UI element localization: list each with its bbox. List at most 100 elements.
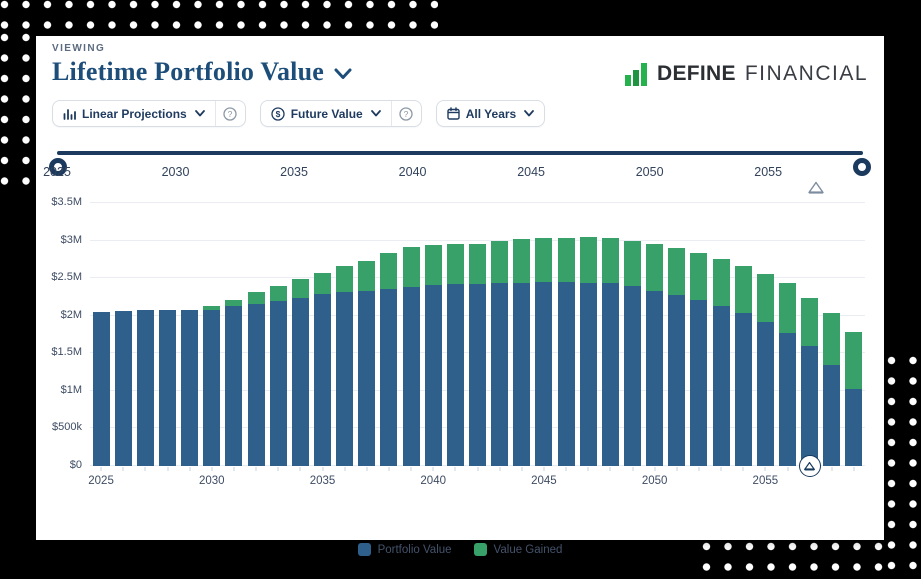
bar-segment-value-gained[interactable] xyxy=(823,313,840,365)
bar-segment-portfolio-value[interactable] xyxy=(513,283,530,466)
x-axis-tick xyxy=(101,467,102,471)
bar-segment-portfolio-value[interactable] xyxy=(602,283,619,466)
bar-segment-portfolio-value[interactable] xyxy=(690,300,707,466)
chevron-down-icon[interactable] xyxy=(334,68,352,80)
bar-segment-portfolio-value[interactable] xyxy=(757,322,774,466)
bar-segment-value-gained[interactable] xyxy=(314,273,331,294)
bar-2041 xyxy=(444,203,466,466)
legend-label: Value Gained xyxy=(494,544,563,556)
bar-segment-value-gained[interactable] xyxy=(757,274,774,322)
bar-segment-portfolio-value[interactable] xyxy=(447,284,464,466)
bar-segment-portfolio-value[interactable] xyxy=(181,310,198,466)
bar-segment-value-gained[interactable] xyxy=(580,237,597,283)
help-icon[interactable]: ? xyxy=(391,101,421,126)
bar-segment-portfolio-value[interactable] xyxy=(159,310,176,466)
slider-marker-triangle-icon[interactable] xyxy=(808,181,824,194)
bar-segment-value-gained[interactable] xyxy=(469,244,486,285)
bar-segment-portfolio-value[interactable] xyxy=(801,346,818,466)
decorative-dots-right xyxy=(887,356,921,579)
portfolio-value-chart: $0$500k$1M$1.5M$2M$2.5M$3M$3.5M202520302… xyxy=(36,203,884,503)
bar-segment-portfolio-value[interactable] xyxy=(336,292,353,466)
bar-segment-portfolio-value[interactable] xyxy=(203,310,220,466)
bar-segment-portfolio-value[interactable] xyxy=(358,291,375,466)
bar-segment-portfolio-value[interactable] xyxy=(580,283,597,466)
bar-segment-portfolio-value[interactable] xyxy=(380,289,397,466)
all-years-dropdown[interactable]: All Years xyxy=(437,101,544,126)
bar-segment-value-gained[interactable] xyxy=(779,283,796,333)
linear-projections-dropdown[interactable]: Linear Projections xyxy=(53,101,215,126)
bar-segment-value-gained[interactable] xyxy=(491,241,508,283)
bar-segment-value-gained[interactable] xyxy=(845,332,862,389)
bar-segment-value-gained[interactable] xyxy=(558,238,575,282)
bar-segment-portfolio-value[interactable] xyxy=(823,365,840,466)
bar-segment-value-gained[interactable] xyxy=(292,279,309,298)
slider-year-label: 2025 xyxy=(43,165,71,179)
bar-2037 xyxy=(356,203,378,466)
bar-segment-portfolio-value[interactable] xyxy=(248,304,265,466)
bar-segment-portfolio-value[interactable] xyxy=(137,310,154,466)
bar-segment-value-gained[interactable] xyxy=(690,253,707,300)
slider-year-label: 2045 xyxy=(517,165,545,179)
portfolio-view-selector[interactable]: Lifetime Portfolio Value xyxy=(52,57,352,87)
bar-segment-value-gained[interactable] xyxy=(336,266,353,292)
bar-2039 xyxy=(400,203,422,466)
bar-2046 xyxy=(555,203,577,466)
y-axis-label: $2M xyxy=(61,309,82,321)
bar-segment-portfolio-value[interactable] xyxy=(779,333,796,466)
bar-segment-portfolio-value[interactable] xyxy=(469,284,486,466)
future-value-dropdown[interactable]: $ Future Value xyxy=(261,101,391,126)
axis-marker-triangle[interactable] xyxy=(799,455,821,477)
bar-segment-portfolio-value[interactable] xyxy=(292,298,309,466)
bar-segment-value-gained[interactable] xyxy=(801,298,818,346)
bar-segment-portfolio-value[interactable] xyxy=(558,282,575,466)
bar-2048 xyxy=(599,203,621,466)
bar-segment-value-gained[interactable] xyxy=(380,253,397,288)
bar-segment-portfolio-value[interactable] xyxy=(314,294,331,466)
bar-segment-value-gained[interactable] xyxy=(735,266,752,313)
bar-segment-value-gained[interactable] xyxy=(535,238,552,282)
bar-segment-value-gained[interactable] xyxy=(602,238,619,284)
bar-segment-value-gained[interactable] xyxy=(624,241,641,286)
x-axis-tick xyxy=(211,467,212,471)
x-axis-tick xyxy=(588,467,589,471)
bar-segment-portfolio-value[interactable] xyxy=(535,282,552,466)
slider-track[interactable] xyxy=(57,151,863,155)
bar-segment-value-gained[interactable] xyxy=(403,247,420,287)
bar-segment-value-gained[interactable] xyxy=(358,261,375,291)
slider-year-label: 2055 xyxy=(754,165,782,179)
x-axis-tick xyxy=(521,467,522,471)
bar-segment-portfolio-value[interactable] xyxy=(115,311,132,466)
bar-2050 xyxy=(644,203,666,466)
x-axis-tick xyxy=(233,467,234,471)
bar-segment-portfolio-value[interactable] xyxy=(735,313,752,466)
bar-segment-value-gained[interactable] xyxy=(425,245,442,285)
bar-segment-value-gained[interactable] xyxy=(447,244,464,284)
bar-segment-portfolio-value[interactable] xyxy=(845,389,862,466)
bar-segment-portfolio-value[interactable] xyxy=(668,295,685,466)
bar-segment-value-gained[interactable] xyxy=(646,244,663,291)
x-axis-label: 2045 xyxy=(531,475,557,487)
x-axis-tick xyxy=(853,467,854,471)
bar-segment-value-gained[interactable] xyxy=(513,239,530,283)
bar-segment-portfolio-value[interactable] xyxy=(646,291,663,466)
bar-segment-portfolio-value[interactable] xyxy=(425,285,442,466)
bar-segment-portfolio-value[interactable] xyxy=(93,312,110,466)
logo-bars-icon xyxy=(624,61,650,87)
bar-segment-portfolio-value[interactable] xyxy=(225,306,242,466)
bar-segment-value-gained[interactable] xyxy=(668,248,685,295)
bar-segment-portfolio-value[interactable] xyxy=(491,283,508,466)
logo-text-define: DEFINE xyxy=(657,62,736,86)
bar-segment-value-gained[interactable] xyxy=(248,292,265,304)
slider-year-label: 2040 xyxy=(399,165,427,179)
bar-segment-value-gained[interactable] xyxy=(270,286,287,301)
bar-segment-value-gained[interactable] xyxy=(713,259,730,306)
bar-2044 xyxy=(511,203,533,466)
bar-segment-portfolio-value[interactable] xyxy=(403,287,420,466)
help-icon[interactable]: ? xyxy=(215,101,245,126)
y-axis-label: $0 xyxy=(70,459,82,471)
x-axis-label: 2055 xyxy=(753,475,779,487)
bar-segment-portfolio-value[interactable] xyxy=(624,286,641,466)
bar-segment-portfolio-value[interactable] xyxy=(270,301,287,466)
bar-segment-portfolio-value[interactable] xyxy=(713,306,730,466)
bar-2049 xyxy=(621,203,643,466)
